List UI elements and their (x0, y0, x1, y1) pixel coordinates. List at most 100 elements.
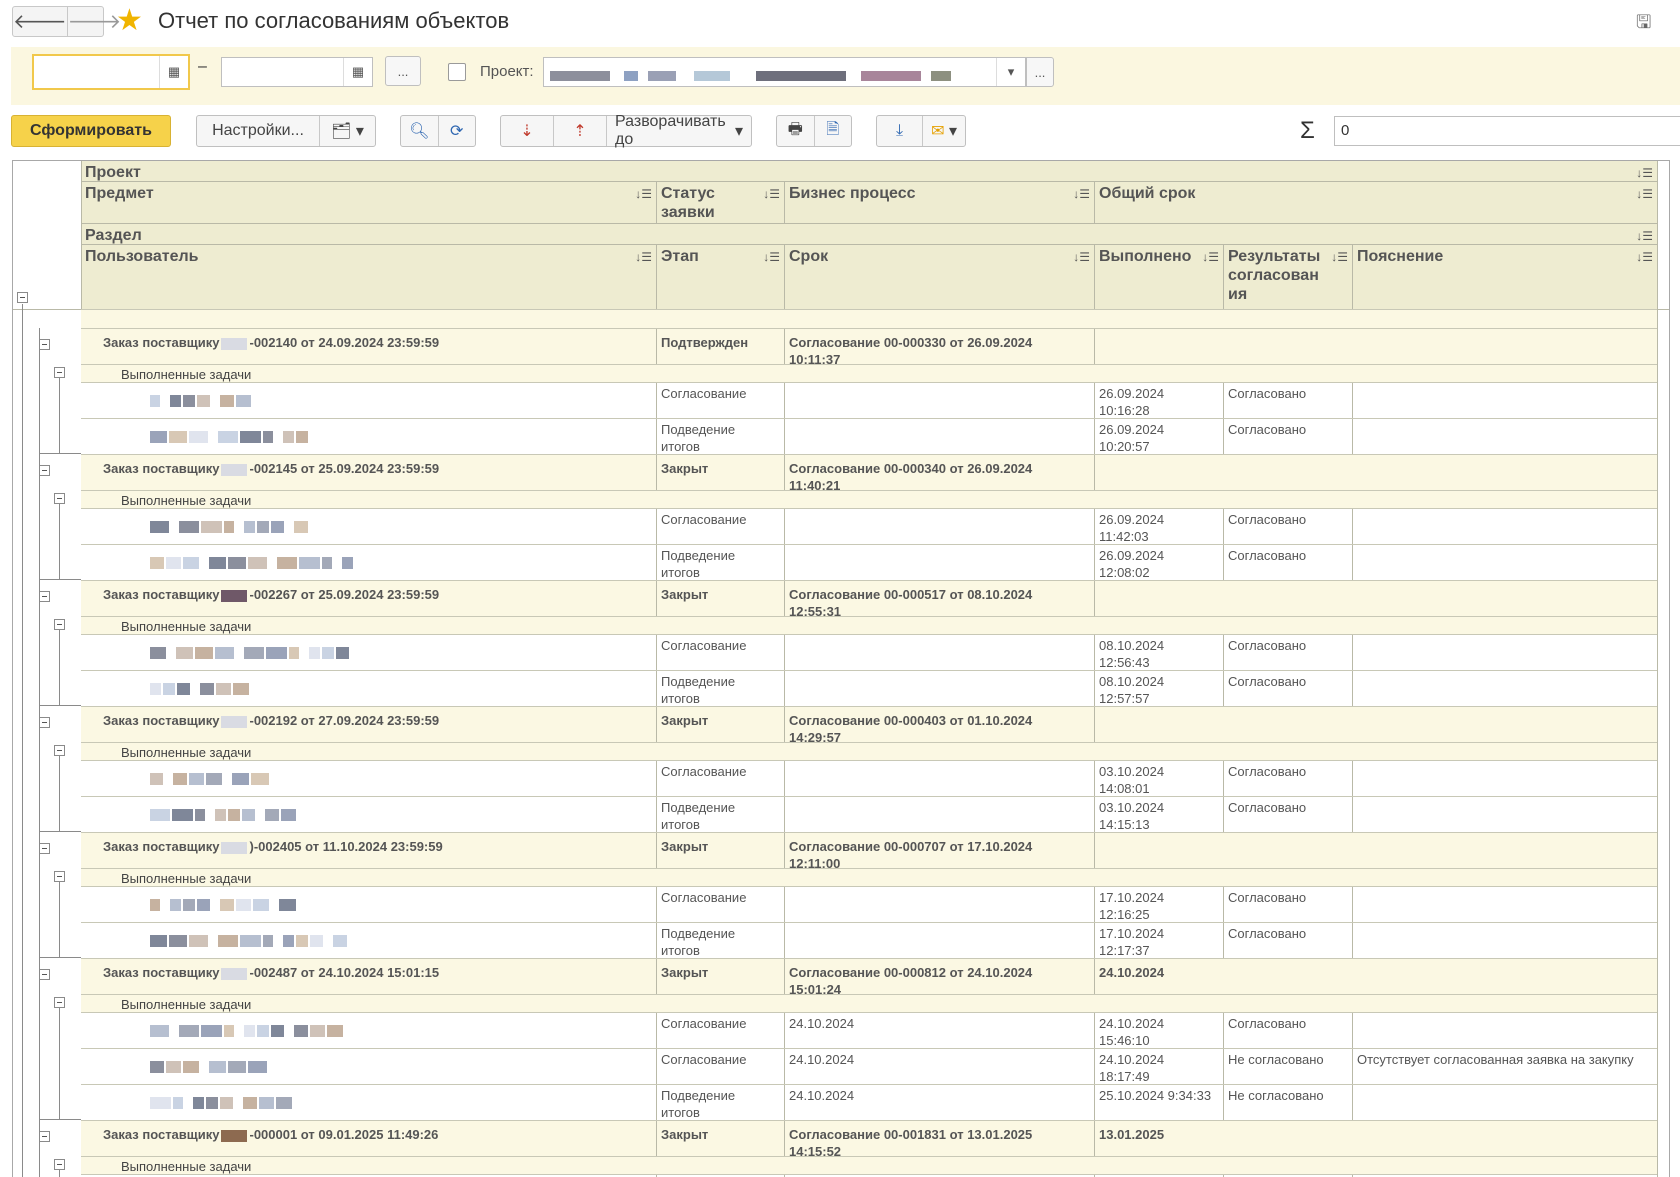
section-row[interactable]: Выполненные задачи (81, 490, 1657, 508)
variant-menu-button[interactable]: 🗂 ▾ (319, 116, 375, 146)
group-row[interactable]: Заказ поставщику -002140 от 24.09.2024 23… (81, 328, 1657, 367)
section-row[interactable]: Выполненные задачи (81, 868, 1657, 886)
stage-cell: Подведение итогов (661, 1088, 736, 1120)
subject-cell: Заказ поставщику)-002405 от 11.10.2024 2… (81, 833, 656, 868)
save-icon[interactable]: 🖫 (1636, 10, 1651, 40)
task-row[interactable]: Подведение итогов 03.10.2024 14:15:13 Согл… (81, 796, 1657, 832)
column-header-user[interactable]: Пользователь ↓☰ (81, 245, 656, 309)
expand-to-label: Разворачивать до (615, 113, 726, 148)
back-button[interactable]: 🡐 (13, 7, 67, 36)
total-term-cell: 24.10.2024 (1099, 965, 1165, 980)
group-collapse-toggle[interactable] (39, 339, 50, 350)
column-header-stage[interactable]: Этап ↓☰ (657, 245, 784, 309)
export-button[interactable]: ⤓ (877, 116, 922, 146)
section-collapse-toggle[interactable] (54, 619, 65, 630)
section-row[interactable]: Выполненные задачи (81, 742, 1657, 760)
collapse-all-toggle[interactable] (17, 292, 28, 303)
column-header-project[interactable]: Проект ↓☰ (81, 161, 1657, 181)
sort-icon: ↓☰ (1331, 250, 1348, 264)
group-collapse-toggle[interactable] (39, 591, 50, 602)
section-row[interactable]: Выполненные задачи (81, 364, 1657, 382)
forward-button[interactable]: 🡒 (66, 7, 121, 36)
favorite-star-icon[interactable]: ★ (116, 4, 143, 38)
section-row[interactable]: Выполненные задачи (81, 616, 1657, 634)
section-collapse-toggle[interactable] (54, 367, 65, 378)
search-next-button[interactable]: ⟳ (437, 116, 476, 146)
group-row[interactable]: Заказ поставщику -002145 от 25.09.2024 23… (81, 454, 1657, 493)
stage-cell: Подведение итогов (661, 422, 736, 454)
subject-cell: Заказ поставщику -000001 от 09.01.2025 11… (81, 1121, 656, 1156)
column-header-explanation[interactable]: Пояснение ↓☰ (1353, 245, 1657, 309)
term-cell (785, 419, 1094, 454)
sum-field[interactable]: 0 (1334, 116, 1680, 146)
group-collapse-toggle[interactable] (39, 969, 50, 980)
result-cell: Согласовано (1228, 764, 1307, 779)
expand-to-button[interactable]: Разворачивать до ▾ (606, 113, 751, 148)
stage-cell: Согласование (661, 890, 747, 905)
send-email-button[interactable]: ✉ ▾ (922, 116, 965, 146)
task-row[interactable]: Согласование 26.09.2024 10:16:28 Согласова… (81, 382, 1657, 418)
report-spreadsheet[interactable]: Проект ↓☰ Предмет ↓☰ Статус заявки ↓☰ Бизне… (12, 160, 1670, 1177)
group-collapse-toggle[interactable] (39, 1131, 50, 1142)
task-row[interactable]: Подведение итогов 24.10.2024 25.10.2024 9:… (81, 1084, 1657, 1120)
group-collapse-toggle[interactable] (39, 843, 50, 854)
task-row[interactable]: Согласование 03.10.2024 14:08:01 Согласова… (81, 760, 1657, 796)
result-cell: Не согласовано (1228, 1052, 1324, 1067)
search-button[interactable]: 🔍︎ (401, 116, 438, 146)
subject-prefix: Заказ поставщику (103, 713, 220, 728)
result-cell: Согласовано (1228, 548, 1307, 563)
project-checkbox[interactable] (448, 63, 466, 81)
column-header-subject[interactable]: Предмет ↓☰ (81, 182, 656, 223)
calendar-icon[interactable]: ▦ (343, 58, 372, 86)
column-header-business-process[interactable]: Бизнес процесс ↓☰ (785, 182, 1094, 223)
task-row[interactable]: Согласование 17.10.2024 12:16:25 Согласова… (81, 886, 1657, 922)
section-collapse-toggle[interactable] (54, 745, 65, 756)
section-row[interactable]: Выполненные задачи (81, 1156, 1657, 1174)
task-row[interactable]: Согласование 24.10.2024 24.10.2024 18:17:4… (81, 1048, 1657, 1084)
date-from-field[interactable]: ▦ (32, 54, 190, 90)
calendar-icon[interactable]: ▦ (159, 56, 188, 88)
column-header-total-term[interactable]: Общий срок ↓☰ (1095, 182, 1657, 223)
note-cell (1353, 671, 1657, 706)
term-cell (785, 761, 1094, 796)
group-collapse-toggle[interactable] (39, 465, 50, 476)
collapse-all-button[interactable]: ⇡ (553, 116, 606, 146)
section-collapse-toggle[interactable] (54, 871, 65, 882)
section-collapse-toggle[interactable] (54, 997, 65, 1008)
status-cell: Закрыт (661, 1127, 709, 1142)
process-cell: Согласование 00-000340 от 26.09.2024 11:… (789, 461, 1033, 493)
column-header-results[interactable]: Результаты согласования ↓☰ (1224, 245, 1352, 309)
generate-button[interactable]: Сформировать (11, 115, 171, 147)
dropdown-icon[interactable]: ▾ (996, 58, 1025, 86)
group-collapse-toggle[interactable] (39, 717, 50, 728)
section-collapse-toggle[interactable] (54, 1159, 65, 1170)
project-select-button[interactable]: ... (1026, 57, 1054, 87)
group-row[interactable]: Заказ поставщику)-002405 от 11.10.2024 2… (81, 832, 1657, 871)
tree-line (39, 579, 81, 580)
expand-all-button[interactable]: ⇣ (501, 116, 553, 146)
print-button[interactable]: 🖶 (777, 116, 814, 146)
result-cell: Не согласовано (1228, 1088, 1324, 1103)
print-preview-button[interactable]: 🗎 (813, 116, 852, 146)
group-row[interactable]: Заказ поставщику -002487 от 24.10.2024 15… (81, 958, 1657, 997)
section-row[interactable]: Выполненные задачи (81, 994, 1657, 1012)
task-row[interactable]: Согласование 26.09.2024 11:42:03 Согласова… (81, 508, 1657, 544)
group-row[interactable]: Заказ поставщику -000001 от 09.01.2025 11… (81, 1120, 1657, 1159)
subject-suffix: -002487 от 24.10.2024 15:01:15 (249, 965, 440, 980)
period-select-button[interactable]: ... (385, 56, 421, 86)
task-row[interactable]: Подведение итогов 08.10.2024 12:57:57 Согл… (81, 670, 1657, 706)
column-header-section[interactable]: Раздел ↓☰ (81, 224, 1657, 244)
term-cell: 24.10.2024 (789, 1016, 855, 1031)
column-header-done[interactable]: Выполнено ↓☰ (1095, 245, 1223, 309)
column-header-status[interactable]: Статус заявки ↓☰ (657, 182, 784, 223)
column-header-term[interactable]: Срок ↓☰ (785, 245, 1094, 309)
project-field[interactable]: ▾ (543, 57, 1026, 87)
column-label: Предмет (85, 185, 154, 202)
date-to-field[interactable]: ▦ (221, 57, 373, 87)
subject-prefix: Заказ поставщику (103, 965, 220, 980)
task-row[interactable]: Подведение итогов 26.09.2024 10:20:57 Согл… (81, 418, 1657, 454)
group-row[interactable]: Заказ поставщику -002192 от 27.09.2024 23… (81, 706, 1657, 745)
group-row[interactable]: Заказ поставщику -002267 от 25.09.2024 23… (81, 580, 1657, 619)
section-collapse-toggle[interactable] (54, 493, 65, 504)
settings-button[interactable]: Настройки... (197, 116, 319, 146)
